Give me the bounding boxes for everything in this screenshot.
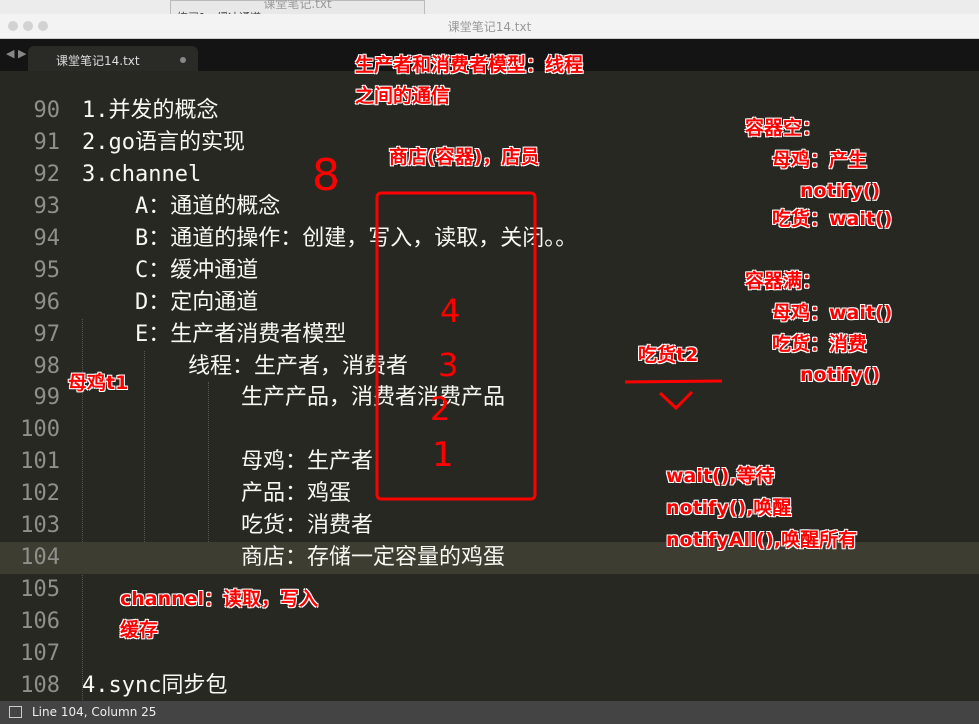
annotation: 缓存 [120, 619, 159, 641]
annotation: notify(),唤醒 [666, 497, 792, 519]
annotation: 吃货：wait() [772, 208, 893, 230]
annotation: 生产者和消费者模型：线程 [355, 54, 584, 76]
handwritten-2: 2 [430, 390, 451, 428]
handwritten-4: 4 [440, 292, 461, 330]
annotation: 容器空： [745, 117, 822, 139]
annotation: wait(),等待 [666, 465, 775, 487]
annotation: notify() [800, 364, 881, 386]
annotation: 容器满： [745, 270, 822, 292]
annotation: 商店(容器)，店员 [389, 146, 540, 168]
annotation: 吃货：消费 [772, 333, 868, 355]
annotation: 之间的通信 [355, 85, 451, 107]
underline-drawing [624, 379, 723, 384]
handwritten-3: 3 [438, 346, 459, 384]
annotation: 母鸡：产生 [772, 149, 868, 171]
annotation: channel：读取，写入 [120, 588, 319, 610]
annotation: notifyAll(),唤醒所有 [666, 529, 858, 551]
annotation: 母鸡t1 [68, 372, 129, 394]
annotation: 吃货t2 [638, 344, 699, 366]
annotation: 母鸡：wait() [772, 302, 893, 324]
handwritten-8: 8 [312, 150, 340, 201]
arrow-v-drawing [658, 390, 694, 411]
handwritten-1: 1 [432, 435, 454, 475]
annotation: notify() [800, 180, 881, 202]
